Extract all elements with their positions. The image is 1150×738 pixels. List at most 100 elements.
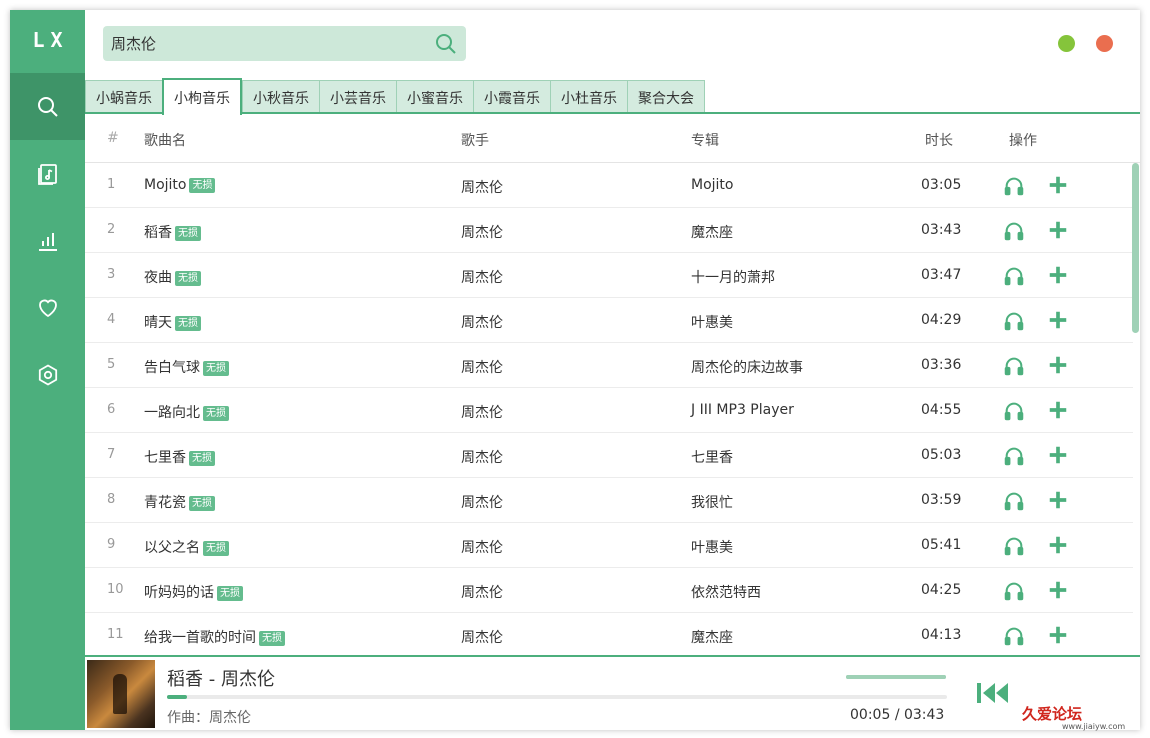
song-list: 1 Mojito 无损 周杰伦 Mojito 03:05 2 稻香 无损 周杰伦 魔杰座 03:43 3… [85, 163, 1133, 655]
add-icon[interactable] [1047, 624, 1069, 646]
tab-source[interactable]: 聚合大会 [627, 80, 705, 114]
header-num: # [107, 130, 119, 146]
table-row[interactable]: 7 七里香 无损 周杰伦 七里香 05:03 [85, 433, 1133, 478]
sidebar-item-settings[interactable] [10, 341, 85, 408]
song-album: 七里香 [691, 450, 733, 466]
song-title: 以父之名 [144, 540, 200, 556]
table-row[interactable]: 3 夜曲 无损 周杰伦 十一月的萧邦 03:47 [85, 253, 1133, 298]
headphones-icon[interactable] [1003, 355, 1025, 377]
headphones-icon[interactable] [1003, 580, 1025, 602]
table-row[interactable]: 11 给我一首歌的时间 无损 周杰伦 魔杰座 04:13 [85, 613, 1133, 655]
headphones-icon[interactable] [1003, 625, 1025, 647]
add-icon[interactable] [1047, 264, 1069, 286]
row-num: 8 [107, 492, 116, 507]
headphones-icon[interactable] [1003, 175, 1025, 197]
app-logo: LX [32, 28, 69, 52]
volume-bar[interactable] [846, 675, 946, 679]
headphones-icon[interactable] [1003, 220, 1025, 242]
lossless-badge: 无损 [189, 451, 215, 466]
main-panel: 小蜗音乐 小枸音乐 小秋音乐 小芸音乐 小蜜音乐 小霞音乐 小杜音乐 聚合大会 … [85, 10, 1140, 730]
settings-icon [38, 363, 57, 386]
song-title: Mojito [144, 177, 187, 193]
table-row[interactable]: 8 青花瓷 无损 周杰伦 我很忙 03:59 [85, 478, 1133, 523]
song-name: 告白气球 无损 [144, 357, 229, 377]
headphones-icon[interactable] [1003, 310, 1025, 332]
sidebar-item-charts[interactable] [10, 207, 85, 274]
row-num: 10 [107, 582, 124, 597]
add-icon[interactable] [1047, 309, 1069, 331]
lossless-badge: 无损 [189, 496, 215, 511]
table-row[interactable]: 6 一路向北 无损 周杰伦 J III MP3 Player 04:55 [85, 388, 1133, 433]
add-icon[interactable] [1047, 444, 1069, 466]
tab-source-active[interactable]: 小枸音乐 [162, 78, 242, 115]
lossless-badge: 无损 [259, 631, 285, 646]
headphones-icon[interactable] [1003, 445, 1025, 467]
current-time: 00:05 [850, 707, 891, 723]
song-title: 给我一首歌的时间 [144, 630, 256, 646]
minimize-button[interactable] [1058, 35, 1075, 52]
watermark-text: 久爱论坛 [1022, 705, 1083, 723]
heart-icon [38, 299, 57, 317]
header-name: 歌曲名 [144, 133, 186, 149]
tab-source[interactable]: 小杜音乐 [550, 80, 627, 114]
table-row[interactable]: 4 晴天 无损 周杰伦 叶惠美 04:29 [85, 298, 1133, 343]
tab-source[interactable]: 小蜜音乐 [396, 80, 473, 114]
add-icon[interactable] [1047, 174, 1069, 196]
album-cover[interactable] [87, 660, 155, 728]
add-icon[interactable] [1047, 354, 1069, 376]
lossless-badge: 无损 [175, 316, 201, 331]
song-artist: 周杰伦 [461, 360, 503, 376]
sidebar-item-search[interactable] [10, 73, 85, 140]
sidebar-item-favorites[interactable] [10, 274, 85, 341]
add-icon[interactable] [1047, 534, 1069, 556]
song-name: 给我一首歌的时间 无损 [144, 627, 285, 647]
headphones-icon[interactable] [1003, 400, 1025, 422]
progress-bar[interactable] [167, 695, 947, 699]
tab-source[interactable]: 小秋音乐 [242, 80, 319, 114]
watermark-url: www.jiaiyw.com [1062, 722, 1126, 731]
header-duration: 时长 [925, 133, 953, 149]
headphones-icon[interactable] [1003, 490, 1025, 512]
tab-source[interactable]: 小霞音乐 [473, 80, 550, 114]
add-icon[interactable] [1047, 219, 1069, 241]
table-row[interactable]: 5 告白气球 无损 周杰伦 周杰伦的床边故事 03:36 [85, 343, 1133, 388]
song-name: 一路向北 无损 [144, 402, 229, 422]
table-row[interactable]: 2 稻香 无损 周杰伦 魔杰座 03:43 [85, 208, 1133, 253]
add-icon[interactable] [1047, 579, 1069, 601]
song-artist: 周杰伦 [461, 540, 503, 556]
scrollbar-thumb[interactable] [1132, 163, 1139, 333]
add-icon[interactable] [1047, 489, 1069, 511]
table-row[interactable]: 10 听妈妈的话 无损 周杰伦 依然范特西 04:25 [85, 568, 1133, 613]
previous-track-icon[interactable] [975, 679, 1011, 707]
close-button[interactable] [1096, 35, 1113, 52]
sidebar-item-playlist[interactable] [10, 140, 85, 207]
chart-icon [38, 232, 57, 251]
search-input[interactable] [111, 34, 421, 53]
player-bar: 稻香 - 周杰伦 作曲：周杰伦 00:05 / 03:43 [85, 655, 1140, 730]
lossless-badge: 无损 [175, 271, 201, 286]
total-time: 03:43 [903, 707, 945, 723]
header-artist: 歌手 [461, 133, 489, 149]
composer-label: 作曲：周杰伦 [167, 710, 251, 726]
song-name: 青花瓷 无损 [144, 492, 215, 512]
song-title: 七里香 [144, 450, 186, 466]
headphones-icon[interactable] [1003, 265, 1025, 287]
table-row[interactable]: 1 Mojito 无损 周杰伦 Mojito 03:05 [85, 163, 1133, 208]
tab-source[interactable]: 小芸音乐 [319, 80, 396, 114]
search-icon[interactable] [434, 32, 458, 56]
song-title: 一路向北 [144, 405, 200, 421]
song-name: 七里香 无损 [144, 447, 215, 467]
table-row[interactable]: 9 以父之名 无损 周杰伦 叶惠美 05:41 [85, 523, 1133, 568]
progress-fill [167, 695, 187, 699]
song-title: 告白气球 [144, 360, 200, 376]
add-icon[interactable] [1047, 399, 1069, 421]
song-artist: 周杰伦 [461, 270, 503, 286]
source-tabs: 小蜗音乐 小枸音乐 小秋音乐 小芸音乐 小蜜音乐 小霞音乐 小杜音乐 聚合大会 [85, 78, 705, 115]
headphones-icon[interactable] [1003, 535, 1025, 557]
song-name: 听妈妈的话 无损 [144, 582, 243, 602]
song-album: 十一月的萧邦 [691, 270, 775, 286]
lossless-badge: 无损 [203, 406, 229, 421]
song-title: 青花瓷 [144, 495, 186, 511]
song-name: 晴天 无损 [144, 312, 201, 332]
tab-source[interactable]: 小蜗音乐 [85, 80, 162, 114]
